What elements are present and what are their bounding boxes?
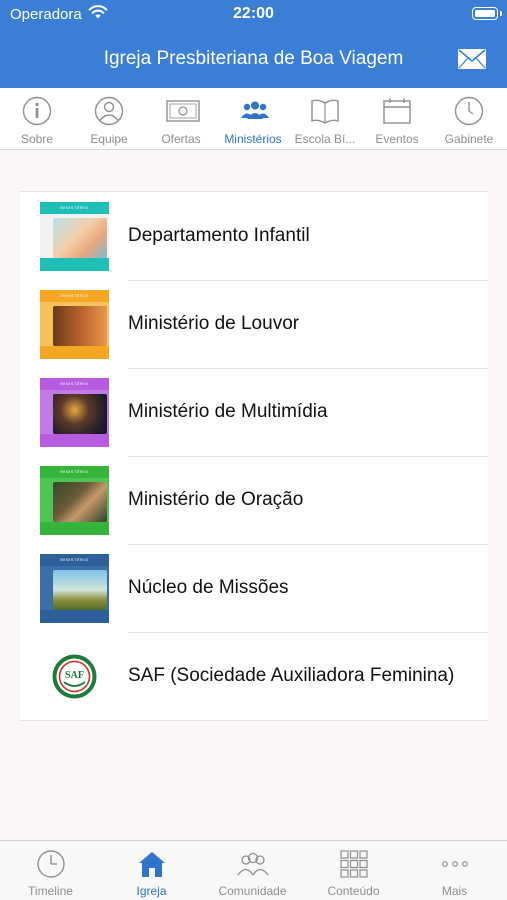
house-icon [139, 852, 165, 877]
list-item[interactable]: MINISTÉRIO Departamento Infantil [20, 192, 488, 280]
info-icon [22, 96, 52, 126]
bottom-tab-bar: Timeline Igreja Comunidade Conteúdo Mais [0, 840, 507, 900]
list-item-label: Ministério de Louvor [128, 313, 300, 334]
tab-label: Conteúdo [327, 884, 380, 898]
tab-ministerios[interactable]: Ministérios [217, 88, 289, 150]
person-icon [94, 96, 124, 126]
tab-label: Mais [441, 884, 468, 898]
prayer-photo-thumbnail: MINISTÉRIO [40, 466, 109, 535]
list-item-label: Departamento Infantil [128, 225, 310, 246]
list-item-label: SAF (Sociedade Auxiliadora Feminina) [128, 665, 455, 686]
child-photo-thumbnail: MINISTÉRIO [40, 202, 109, 271]
tab-label: Comunidade [218, 884, 287, 898]
guitar-photo-thumbnail: MINISTÉRIO [40, 290, 109, 359]
list-item-label: Ministério de Multimídia [128, 401, 328, 422]
nav-bar: Igreja Presbiteriana de Boa Viagem [0, 30, 507, 88]
book-icon [311, 99, 339, 124]
list-item[interactable]: MINISTÉRIO Ministério de Multimídia [20, 368, 488, 456]
battery-icon [472, 7, 498, 20]
svg-text:SAF: SAF [65, 670, 84, 681]
banknote-icon [166, 100, 200, 122]
people-icon [237, 852, 269, 876]
group-icon [241, 101, 269, 119]
saf-logo: SAF [40, 642, 109, 711]
clock-icon [454, 96, 484, 126]
list-item[interactable]: MINISTÉRIO Ministério de Oração [20, 456, 488, 544]
tab-timeline[interactable]: Timeline [0, 841, 101, 900]
tab-igreja[interactable]: Igreja [101, 841, 202, 900]
camera-photo-thumbnail: MINISTÉRIO [40, 378, 109, 447]
ministries-list: MINISTÉRIO Departamento Infantil MINISTÉ… [20, 191, 488, 721]
grid-icon [340, 850, 368, 878]
section-tabs: Sobre Equipe Ofertas Ministérios Escola … [0, 88, 507, 150]
list-item[interactable]: MINISTÉRIO Ministério de Louvor [20, 280, 488, 368]
ellipsis-icon [442, 861, 468, 867]
status-bar: Operadora 22:00 [0, 0, 507, 30]
list-item-label: Ministério de Oração [128, 489, 304, 510]
landscape-photo-thumbnail: MINISTÉRIO [40, 554, 109, 623]
tab-ofertas[interactable]: Ofertas [145, 88, 217, 150]
list-item-label: Núcleo de Missões [128, 577, 289, 598]
tab-gabinete[interactable]: Gabinete [433, 88, 505, 150]
tab-sobre[interactable]: Sobre [1, 88, 73, 150]
tab-escola-biblica[interactable]: Escola Bí... [289, 88, 361, 150]
clock-label: 22:00 [233, 5, 274, 22]
envelope-icon[interactable] [457, 48, 487, 75]
tab-label: Timeline [28, 884, 73, 898]
page-title: Igreja Presbiteriana de Boa Viagem [103, 48, 404, 69]
tab-label: Gabinete [444, 132, 494, 146]
tab-eventos[interactable]: Eventos [361, 88, 433, 150]
list-item[interactable]: MINISTÉRIO Núcleo de Missões [20, 544, 488, 632]
tab-equipe[interactable]: Equipe [73, 88, 145, 150]
list-item[interactable]: SAF SAF (Sociedade Auxiliadora Feminina) [20, 632, 488, 720]
tab-comunidade[interactable]: Comunidade [202, 841, 303, 900]
tab-label: Igreja [136, 884, 167, 898]
tab-conteudo[interactable]: Conteúdo [303, 841, 404, 900]
calendar-icon [383, 98, 411, 124]
tab-mais[interactable]: Mais [404, 841, 505, 900]
clock-icon [37, 850, 65, 878]
